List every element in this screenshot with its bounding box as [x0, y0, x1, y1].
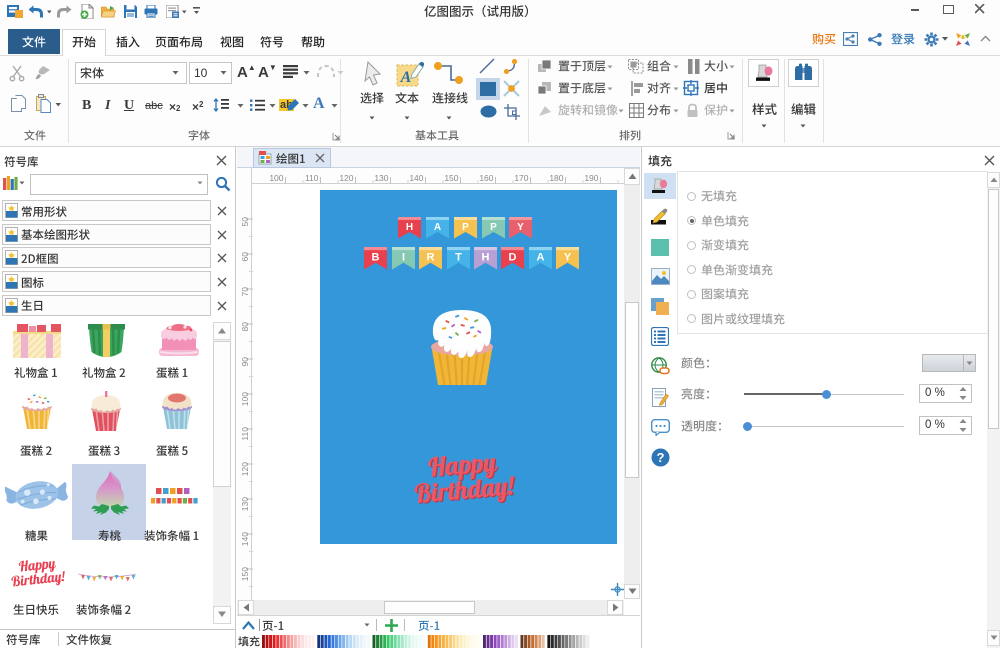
svg-text:T: T — [455, 252, 462, 264]
svg-text:Y: Y — [564, 252, 572, 264]
svg-text:140: 140 — [409, 173, 423, 183]
svg-text:?: ? — [657, 450, 665, 465]
svg-text:Y: Y — [517, 222, 524, 233]
svg-text:190: 190 — [584, 173, 598, 183]
svg-text:H: H — [406, 222, 413, 233]
svg-text:90: 90 — [240, 357, 250, 367]
svg-text:110: 110 — [305, 173, 319, 183]
svg-text:60: 60 — [240, 252, 250, 262]
svg-text:B: B — [372, 252, 380, 264]
svg-text:70: 70 — [240, 287, 250, 297]
svg-text:130: 130 — [374, 173, 388, 183]
svg-text:A: A — [434, 222, 441, 233]
svg-text:P: P — [462, 222, 469, 233]
svg-text:H: H — [482, 252, 490, 264]
svg-text:100: 100 — [269, 173, 283, 183]
svg-text:170: 170 — [514, 173, 528, 183]
svg-text:150: 150 — [444, 173, 458, 183]
svg-text:150: 150 — [240, 567, 250, 581]
svg-text:120: 120 — [240, 462, 250, 476]
svg-text:R: R — [427, 252, 435, 264]
svg-text:80: 80 — [240, 322, 250, 332]
svg-text:A: A — [536, 252, 544, 264]
svg-text:180: 180 — [549, 173, 563, 183]
svg-text:A: A — [400, 69, 412, 86]
svg-text:110: 110 — [240, 427, 250, 441]
svg-text:120: 120 — [339, 173, 353, 183]
svg-text:D: D — [509, 252, 517, 264]
svg-text:160: 160 — [479, 173, 493, 183]
svg-text:50: 50 — [240, 217, 250, 227]
svg-text:130: 130 — [240, 497, 250, 511]
svg-text:100: 100 — [240, 392, 250, 406]
svg-text:140: 140 — [240, 532, 250, 546]
svg-text:P: P — [490, 222, 497, 233]
svg-text:I: I — [401, 252, 404, 264]
